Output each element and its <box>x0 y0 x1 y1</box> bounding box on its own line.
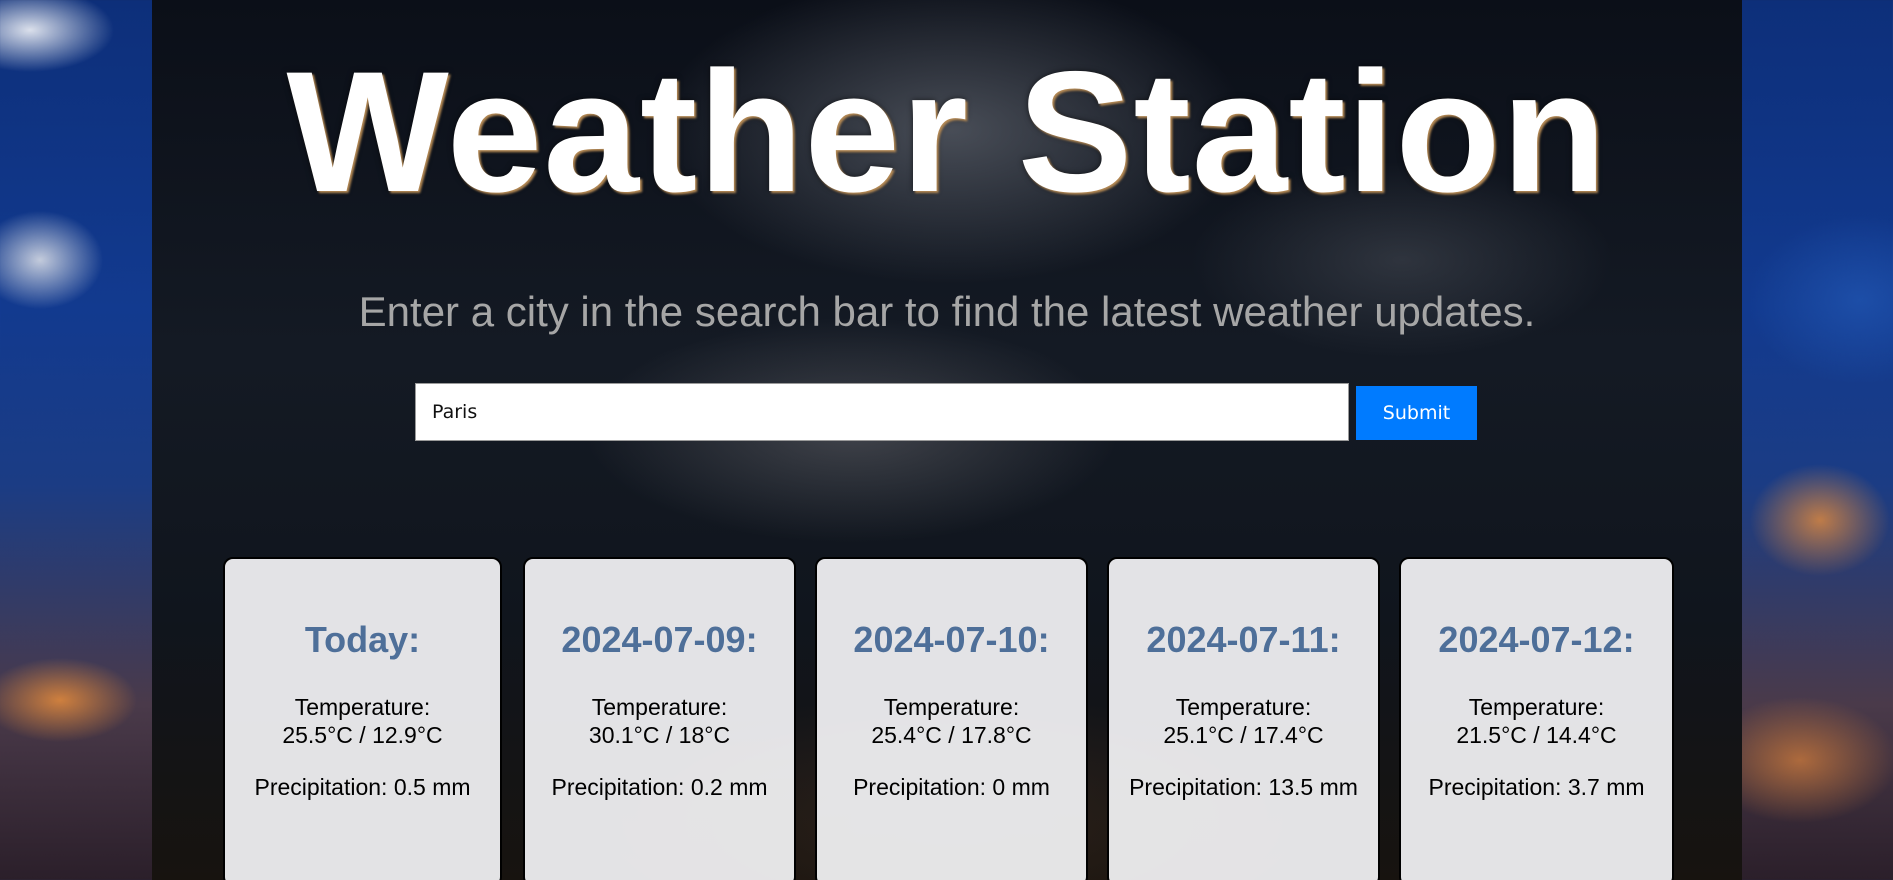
forecast-temperature: Temperature: 25.1°C / 17.4°C <box>1121 693 1366 749</box>
page-title: Weather Station <box>286 36 1608 228</box>
forecast-precipitation: Precipitation: 3.7 mm <box>1428 774 1645 800</box>
city-search-input[interactable] <box>415 383 1349 441</box>
forecast-card-2024-07-10: 2024-07-10: Temperature: 25.4°C / 17.8°C… <box>815 557 1088 880</box>
forecast-temperature: Temperature: 25.4°C / 17.8°C <box>829 693 1074 749</box>
temperature-value: 25.1°C / 17.4°C <box>1163 722 1324 748</box>
forecast-date: Today: <box>304 619 421 660</box>
forecast-temperature: Temperature: 25.5°C / 12.9°C <box>237 693 488 749</box>
temperature-label: Temperature: <box>1468 694 1605 720</box>
forecast-temperature: Temperature: 21.5°C / 14.4°C <box>1413 693 1660 749</box>
forecast-precipitation: Precipitation: 0 mm <box>853 774 1050 800</box>
temperature-value: 25.5°C / 12.9°C <box>282 722 443 748</box>
forecast-card-2024-07-09: 2024-07-09: Temperature: 30.1°C / 18°C P… <box>523 557 796 880</box>
temperature-label: Temperature: <box>883 694 1020 720</box>
temperature-value: 25.4°C / 17.8°C <box>871 722 1032 748</box>
forecast-precipitation: Precipitation: 0.2 mm <box>551 774 768 800</box>
forecast-date: 2024-07-09: <box>561 619 758 660</box>
submit-button[interactable]: Submit <box>1356 386 1477 440</box>
temperature-value: 30.1°C / 18°C <box>588 722 731 748</box>
forecast-cards: Today: Temperature: 25.5°C / 12.9°C Prec… <box>152 557 1742 880</box>
forecast-card-today: Today: Temperature: 25.5°C / 12.9°C Prec… <box>223 557 502 880</box>
forecast-date: 2024-07-11: <box>1146 619 1341 660</box>
forecast-precipitation: Precipitation: 0.5 mm <box>254 774 471 800</box>
forecast-temperature: Temperature: 30.1°C / 18°C <box>537 693 782 749</box>
temperature-value: 21.5°C / 14.4°C <box>1456 722 1617 748</box>
forecast-precipitation: Precipitation: 13.5 mm <box>1129 774 1358 800</box>
main-container: Weather Station Enter a city in the sear… <box>152 0 1742 880</box>
temperature-label: Temperature: <box>1175 694 1312 720</box>
search-form: Submit <box>415 383 1481 443</box>
temperature-label: Temperature: <box>294 694 431 720</box>
forecast-card-2024-07-11: 2024-07-11: Temperature: 25.1°C / 17.4°C… <box>1107 557 1380 880</box>
temperature-label: Temperature: <box>591 694 728 720</box>
page-subtitle: Enter a city in the search bar to find t… <box>358 288 1536 335</box>
forecast-card-2024-07-12: 2024-07-12: Temperature: 21.5°C / 14.4°C… <box>1399 557 1674 880</box>
forecast-date: 2024-07-12: <box>1438 619 1635 660</box>
forecast-date: 2024-07-10: <box>853 619 1050 660</box>
